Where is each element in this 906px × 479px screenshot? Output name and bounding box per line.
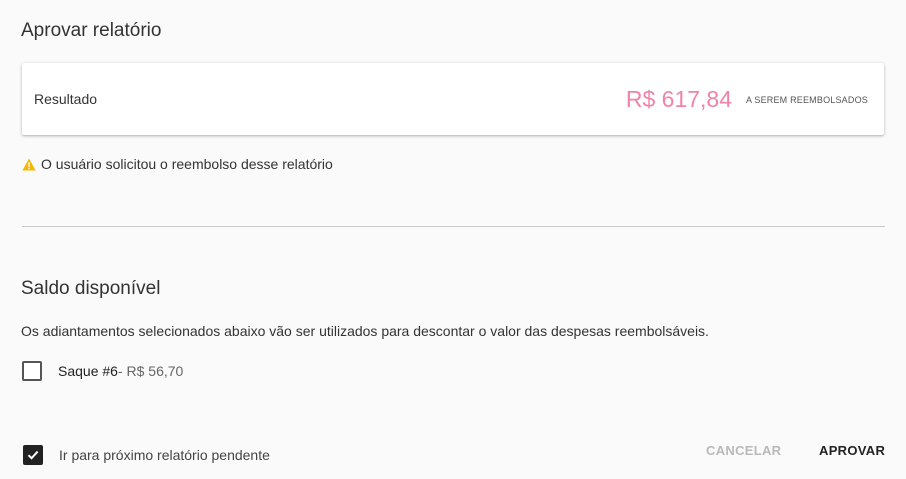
warning-text: O usuário solicitou o reembolso desse re… (41, 156, 333, 172)
advance-value: - R$ 56,70 (117, 363, 184, 379)
approve-button[interactable]: APROVAR (819, 443, 885, 458)
advance-name: Saque #6 (58, 363, 118, 379)
check-icon (27, 450, 39, 460)
cancel-button[interactable]: CANCELAR (706, 443, 781, 458)
divider (22, 226, 885, 227)
balance-title: Saldo disponível (21, 278, 161, 299)
advance-item[interactable]: Saque #6- R$ 56,70 (22, 361, 183, 381)
next-pending-checkbox[interactable] (23, 445, 43, 465)
reimbursement-warning: O usuário solicitou o reembolso desse re… (22, 156, 333, 172)
warning-icon (22, 158, 36, 171)
result-label: Resultado (34, 91, 98, 107)
approve-report-dialog: Aprovar relatório Resultado R$ 617,84 A … (0, 0, 906, 479)
page-title: Aprovar relatório (21, 20, 162, 41)
result-amount: R$ 617,84 (625, 86, 732, 112)
advance-checkbox[interactable] (22, 361, 42, 381)
balance-description: Os adiantamentos selecionados abaixo vão… (21, 323, 709, 339)
result-caption: A SEREM REEMBOLSADOS (745, 95, 868, 105)
next-pending-option[interactable]: Ir para próximo relatório pendente (23, 445, 270, 465)
result-card: Resultado R$ 617,84 A SEREM REEMBOLSADOS (22, 63, 884, 135)
next-pending-label: Ir para próximo relatório pendente (59, 447, 270, 463)
